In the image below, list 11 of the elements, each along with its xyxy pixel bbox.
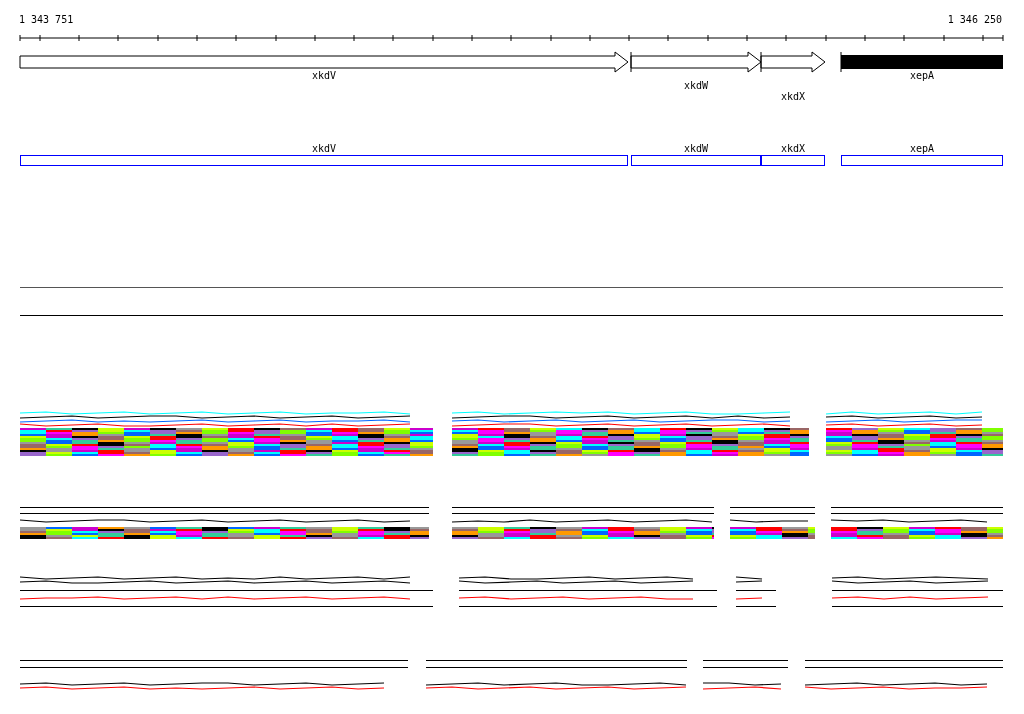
gene-label: xkdW <box>683 80 709 91</box>
start-coordinate: 1 343 751 <box>19 14 74 25</box>
coverage-drawing <box>735 576 777 607</box>
feature-label: xkdX <box>780 143 806 154</box>
gene-label: xkdV <box>311 70 337 81</box>
gene-label: xepA <box>909 70 935 81</box>
feature-label: xkdV <box>311 143 337 154</box>
end-coordinate: 1 346 250 <box>947 14 1002 25</box>
feature-label: xkdW <box>683 143 709 154</box>
feature-label: xepA <box>909 143 935 154</box>
gene-label: xkdX <box>780 91 806 102</box>
